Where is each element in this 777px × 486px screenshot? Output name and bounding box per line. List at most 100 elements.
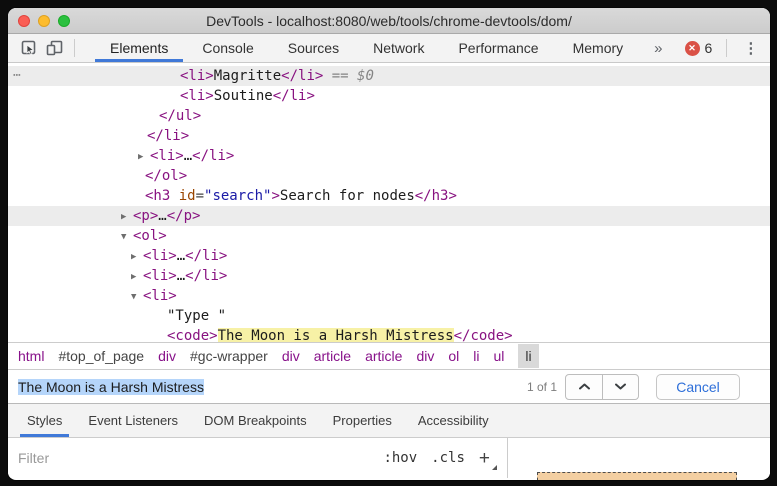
search-input-selected-text: The Moon is a Harsh Mistress [18, 378, 204, 395]
settings-menu-icon[interactable]: ⋮ [733, 39, 768, 57]
breadcrumb: html #top_of_page div #gc-wrapper div article… [8, 342, 770, 369]
styles-filter-input[interactable]: Filter [18, 450, 369, 466]
attr-segment: id [178, 188, 196, 204]
search-next-button[interactable] [602, 374, 638, 399]
tag-segment: <li> [143, 268, 177, 284]
tab-styles[interactable]: Styles [20, 404, 70, 437]
tag-segment: <ol> [133, 228, 167, 244]
tag-segment: <p> [133, 208, 159, 224]
node-overflow-hint: ⋯ [13, 68, 21, 83]
node-li-collapsed[interactable]: ▶ <li>…</li> [8, 146, 770, 166]
breadcrumb-item-html[interactable]: html [18, 344, 44, 368]
error-count: 6 [704, 40, 713, 56]
tag-segment: <li> [150, 148, 184, 164]
breadcrumb-item-div[interactable]: div [158, 344, 176, 368]
close-window-button[interactable] [18, 14, 30, 27]
text-segment: … [158, 208, 167, 224]
text-segment: Search for nodes [279, 188, 415, 204]
node-li-collapsed[interactable]: ▶ <li>…</li> [8, 266, 770, 286]
tag-segment: </li> [281, 68, 324, 84]
cancel-button[interactable]: Cancel [656, 373, 740, 400]
tag-segment: <li> [180, 68, 214, 84]
expand-arrow-icon[interactable]: ▶ [121, 207, 133, 227]
tag-segment: </ul> [159, 108, 202, 124]
node-close-ul[interactable]: </ul> [8, 106, 770, 126]
styles-panel-tabs: Styles Event Listeners DOM Breakpoints P… [8, 403, 770, 438]
tag-segment: </li> [147, 128, 190, 144]
breadcrumb-item-top_of_page[interactable]: #top_of_page [58, 344, 144, 368]
tag-segment: </li> [185, 248, 228, 264]
toolbar-divider [74, 39, 75, 57]
breadcrumb-item-article[interactable]: article [365, 344, 402, 368]
tag-segment: </code> [453, 328, 513, 342]
node-code[interactable]: <code>The Moon is a Harsh Mistress</code… [8, 326, 770, 342]
console-error-counter[interactable]: ✕ 6 [677, 40, 721, 56]
zoom-window-button[interactable] [58, 14, 70, 27]
tag-segment: <li> [143, 248, 177, 264]
node-h3-search[interactable]: <h3 id="search">Search for nodes</h3> [8, 186, 770, 206]
tag-segment: </ol> [145, 168, 188, 184]
search-match-count: 1 of 1 [526, 379, 557, 394]
window-title: DevTools - localhost:8080/web/tools/chro… [206, 12, 572, 29]
expand-arrow-icon[interactable]: ▶ [138, 147, 150, 167]
tab-memory[interactable]: Memory [556, 34, 641, 62]
tab-network[interactable]: Network [356, 34, 441, 62]
node-li-expanded[interactable]: ▼ <li> [8, 286, 770, 306]
node-text-type[interactable]: "Type " [8, 306, 770, 326]
expand-arrow-icon[interactable]: ▶ [131, 247, 143, 267]
tab-event-listeners[interactable]: Event Listeners [81, 404, 185, 437]
traffic-lights [18, 8, 70, 33]
styles-filter-bar: Filter :hov .cls + [8, 438, 508, 478]
search-previous-button[interactable] [566, 375, 602, 399]
styles-panel-body: Filter :hov .cls + [8, 438, 770, 480]
tab-dom-breakpoints[interactable]: DOM Breakpoints [197, 404, 314, 437]
breadcrumb-item-li[interactable]: li [518, 344, 539, 368]
tab-console[interactable]: Console [185, 34, 270, 62]
more-tabs-button[interactable]: » [640, 40, 676, 57]
node-li-collapsed[interactable]: ▶ <li>…</li> [8, 246, 770, 266]
node-close-li[interactable]: </li> [8, 126, 770, 146]
node-close-ol[interactable]: </ol> [8, 166, 770, 186]
toggle-element-state-button[interactable]: :hov [383, 450, 417, 466]
tab-properties[interactable]: Properties [326, 404, 399, 437]
punct-segment: = [195, 188, 205, 204]
text-segment: Magritte [213, 68, 282, 84]
node-li-soutine[interactable]: <li>Soutine</li> [8, 86, 770, 106]
panel-tabs: Elements Console Sources Network Perform… [93, 34, 640, 62]
breadcrumb-item-div[interactable]: div [282, 344, 300, 368]
new-style-rule-button[interactable]: + [479, 449, 498, 470]
search-input[interactable]: The Moon is a Harsh Mistress [18, 378, 527, 395]
inspect-element-icon[interactable] [16, 37, 42, 59]
collapse-arrow-icon[interactable]: ▼ [121, 227, 133, 247]
error-icon: ✕ [684, 40, 700, 56]
tag-segment: <code> [167, 328, 218, 342]
minimize-window-button[interactable] [38, 14, 50, 27]
breadcrumb-item-ul[interactable]: ul [494, 344, 505, 368]
node-li-magritte[interactable]: ⋯ <li>Magritte</li> == $0 [8, 66, 770, 86]
text-segment: Soutine [213, 88, 273, 104]
text-segment: … [176, 268, 186, 284]
breadcrumb-item-article[interactable]: article [314, 344, 351, 368]
val-segment: "search" [204, 188, 272, 204]
breadcrumb-item-ol[interactable]: ol [448, 344, 459, 368]
breadcrumb-item-gc-wrapper[interactable]: #gc-wrapper [190, 344, 268, 368]
node-ol-expanded[interactable]: ▼ <ol> [8, 226, 770, 246]
toggle-device-toolbar-icon[interactable] [42, 37, 68, 59]
text-segment: … [176, 248, 186, 264]
tab-accessibility[interactable]: Accessibility [411, 404, 496, 437]
tab-performance[interactable]: Performance [441, 34, 555, 62]
node-p-collapsed[interactable]: ▶ <p>…</p> [8, 206, 770, 226]
tab-elements[interactable]: Elements [93, 34, 185, 62]
collapse-arrow-icon[interactable]: ▼ [131, 287, 143, 307]
element-classes-button[interactable]: .cls [431, 450, 465, 466]
breadcrumb-item-li[interactable]: li [473, 344, 479, 368]
box-model-margin-box[interactable] [537, 472, 737, 480]
tag-segment: </p> [166, 208, 201, 224]
hl-segment: The Moon is a Harsh Mistress [217, 328, 454, 342]
tab-sources[interactable]: Sources [271, 34, 356, 62]
tag-segment: <li> [143, 288, 177, 304]
text-segment: "Type " [167, 308, 227, 324]
tag-segment: </li> [185, 268, 228, 284]
breadcrumb-item-div[interactable]: div [416, 344, 434, 368]
expand-arrow-icon[interactable]: ▶ [131, 267, 143, 287]
